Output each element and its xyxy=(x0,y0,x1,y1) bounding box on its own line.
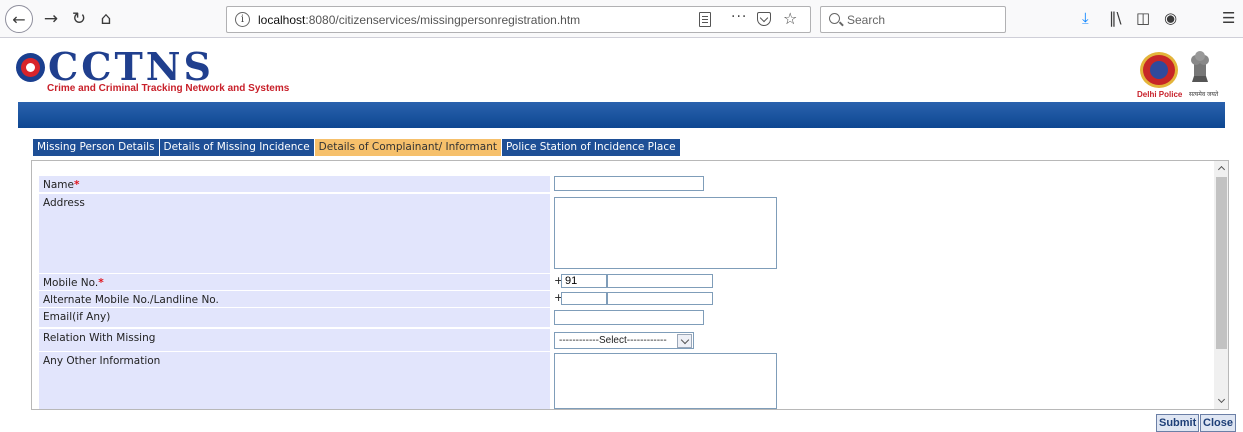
email-input[interactable] xyxy=(554,310,704,325)
forward-arrow-icon[interactable]: → xyxy=(38,6,64,32)
pocket-icon[interactable] xyxy=(757,12,771,26)
mobile-country-code-input[interactable] xyxy=(561,274,607,288)
info-icon[interactable]: i xyxy=(235,12,250,27)
logo-subtitle: Crime and Criminal Tracking Network and … xyxy=(47,83,290,94)
url-text[interactable]: localhost:8080/citizenservices/missingpe… xyxy=(258,13,580,27)
reader-view-icon[interactable] xyxy=(699,12,711,27)
address-label: Address xyxy=(39,194,550,273)
search-input[interactable] xyxy=(847,11,997,29)
delhi-police-badge-icon xyxy=(1140,52,1178,88)
menu-icon[interactable]: ☰ xyxy=(1222,9,1235,27)
reload-icon[interactable]: ↻ xyxy=(66,6,92,32)
home-icon[interactable]: ⌂ xyxy=(93,6,119,32)
relation-label: Relation With Missing xyxy=(39,329,550,351)
required-mark: * xyxy=(73,179,80,191)
back-arrow-icon[interactable]: ← xyxy=(5,5,33,33)
extension-icon[interactable]: ◉ xyxy=(1164,9,1177,27)
cctns-logo-icon xyxy=(16,53,45,82)
form-scrollbar[interactable] xyxy=(1214,161,1228,409)
name-input[interactable] xyxy=(554,176,704,191)
tab-details-of-complainant[interactable]: Details of Complainant/ Informant xyxy=(314,139,502,156)
emblem-label: सत्यमेव जयते xyxy=(1189,92,1219,98)
more-actions-icon[interactable]: ··· xyxy=(731,9,747,25)
search-box[interactable] xyxy=(820,6,1006,33)
alt-country-code-input[interactable] xyxy=(561,292,607,305)
library-icon[interactable]: ‖\ xyxy=(1109,9,1122,27)
mobile-label: Mobile No. xyxy=(43,277,99,289)
submit-button[interactable]: Submit xyxy=(1156,414,1200,432)
search-icon xyxy=(829,13,840,24)
download-icon[interactable]: ⤓ xyxy=(1082,9,1089,27)
bookmark-star-icon[interactable]: ☆ xyxy=(783,9,797,28)
site-header: CCTNS Crime and Criminal Tracking Networ… xyxy=(0,40,1243,102)
delhi-police-label: Delhi Police xyxy=(1137,90,1183,99)
scroll-thumb[interactable] xyxy=(1216,177,1227,349)
national-emblem-icon xyxy=(1191,51,1209,82)
other-info-label: Any Other Information xyxy=(39,352,550,409)
header-band xyxy=(18,102,1225,128)
relation-select[interactable]: ------------Select------------ xyxy=(554,332,694,349)
logo-title: CCTNS xyxy=(48,44,214,89)
required-mark: * xyxy=(98,277,104,289)
address-textarea[interactable] xyxy=(554,197,777,269)
complainant-form: Name* Address Mobile No.* + Alternate Mo… xyxy=(31,160,1229,410)
tab-details-of-missing-incidence[interactable]: Details of Missing Incidence xyxy=(159,139,315,156)
sidebar-icon[interactable]: ◫ xyxy=(1136,9,1150,27)
other-info-textarea[interactable] xyxy=(554,353,777,409)
scroll-down-icon[interactable] xyxy=(1214,394,1228,409)
close-button[interactable]: Close xyxy=(1200,414,1236,432)
alt-mobile-label: Alternate Mobile No./Landline No. xyxy=(39,291,550,307)
browser-toolbar: ← → ↻ ⌂ i localhost:8080/citizenservices… xyxy=(0,0,1243,38)
relation-selected-value: ------------Select------------ xyxy=(559,335,667,346)
chevron-down-icon[interactable] xyxy=(677,334,692,348)
form-tabs: Missing Person Details Details of Missin… xyxy=(33,139,681,156)
tab-police-station[interactable]: Police Station of Incidence Place xyxy=(501,139,681,156)
alt-number-input[interactable] xyxy=(607,292,713,305)
tab-missing-person-details[interactable]: Missing Person Details xyxy=(33,139,160,156)
name-label: Name xyxy=(43,179,74,191)
email-label: Email(if Any) xyxy=(39,308,550,327)
mobile-number-input[interactable] xyxy=(607,274,713,288)
address-bar[interactable]: i localhost:8080/citizenservices/missing… xyxy=(226,6,811,33)
scroll-up-icon[interactable] xyxy=(1214,161,1228,176)
